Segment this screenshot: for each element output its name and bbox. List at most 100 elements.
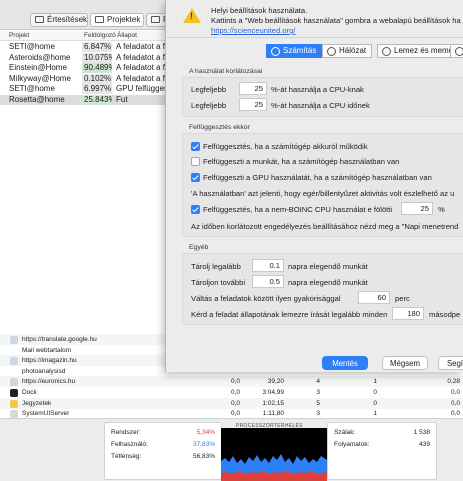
process-c4: 0 — [373, 389, 377, 396]
suspend-non-boinc-checkbox[interactable] — [191, 205, 200, 214]
task-row[interactable]: SETI@home 6.997% GPU felfügges — [0, 84, 170, 94]
process-icon — [10, 399, 18, 408]
in-use-note: 'A használatban' azt jelenti, hogy egér/… — [191, 189, 455, 198]
store-extra-label: Tároljon további — [191, 278, 246, 287]
non-boinc-cpu-unit: % — [438, 205, 445, 214]
process-c1: 0,0 — [230, 399, 240, 407]
process-row[interactable]: Dock 0,0 3:04,99 3 0 0,0 — [0, 387, 463, 398]
process-c4: 1 — [373, 378, 377, 386]
process-c3: 4 — [316, 378, 320, 386]
tab-network[interactable]: Hálózat — [322, 44, 373, 58]
user-value: 37,83% — [192, 441, 215, 448]
user-label: Felhasználó: — [111, 441, 148, 448]
system-label: Rendszer: — [111, 429, 141, 436]
usage-section — [182, 77, 463, 117]
task-project: Rosetta@home — [9, 94, 65, 104]
cpu-time-suffix: %-át használja a CPU időnek — [271, 101, 370, 110]
process-c2: 1:02,15 — [262, 399, 284, 407]
suspend-section-title: Felfüggesztés ekkor — [189, 124, 250, 131]
task-project: Einstein@Home — [9, 63, 67, 72]
checkpoint-label: Kérd a feladat állapotának lemezre írásá… — [191, 310, 388, 319]
process-row[interactable]: https://euronics.hu 0,0 39,20 4 1 0,28 — [0, 376, 463, 388]
schedule-icon — [455, 47, 463, 56]
tab-notices[interactable]: Értesítések — [30, 13, 88, 27]
banner-line-1: Helyi beállítások használata. — [211, 6, 308, 15]
switch-interval-field[interactable]: 60 — [358, 291, 390, 304]
task-progress: 6.997% — [82, 84, 112, 94]
suspend-gpu-in-use-checkbox[interactable] — [191, 173, 200, 182]
tab-daily-schedule[interactable]: D — [450, 44, 463, 58]
cpu-time-field[interactable]: 25 — [239, 98, 267, 111]
task-status: GPU felfügges — [116, 84, 169, 93]
task-status: A feladatot a fe — [116, 63, 170, 72]
cpu-time-prefix: Legfeljebb — [191, 101, 227, 110]
scienceunited-link[interactable]: https://scienceunited.org/ — [211, 26, 295, 35]
checkpoint-field[interactable]: 180 — [392, 307, 424, 320]
tasks-icon — [151, 16, 160, 23]
process-icon — [10, 389, 18, 397]
notices-icon — [35, 16, 44, 23]
process-name: https://euronics.hu — [22, 378, 76, 386]
process-icon — [10, 378, 18, 387]
task-table-header: Projekt Feldolgozó Állapot — [0, 31, 170, 41]
col-project[interactable]: Projekt — [9, 32, 29, 39]
task-status: Fut — [116, 94, 128, 104]
save-button[interactable]: Mentés — [322, 356, 368, 370]
help-button[interactable]: Segíts — [438, 356, 463, 370]
threads-label: Szálak: — [334, 429, 356, 436]
task-row[interactable]: Einstein@Home 90.489% A feladatot a fe — [0, 63, 170, 73]
schedule-hint: Az időben korlátozott engedélyezés beáll… — [191, 222, 459, 231]
process-icon — [10, 357, 18, 366]
suspend-when-in-use-checkbox[interactable] — [191, 157, 200, 166]
non-boinc-cpu-field[interactable]: 25 — [401, 202, 433, 215]
suspend-when-in-use-label: Felfüggeszti a munkát, ha a számítógép h… — [203, 157, 400, 166]
task-project: Asteroids@home — [9, 52, 71, 62]
process-c3: 3 — [316, 389, 320, 396]
process-count-box: Szálak: 1 538 Folyamatok: 439 — [327, 422, 437, 480]
suspend-on-battery-label: Felfüggesztés, ha a számítógép akkuról m… — [203, 142, 368, 151]
process-row[interactable]: Jegyzetek 0,0 1:02,15 5 0 0,0 — [0, 397, 463, 409]
col-status[interactable]: Állapot — [117, 32, 137, 39]
dialog-footer: Mentés Mégsem Segíts — [166, 350, 463, 372]
process-icon — [10, 410, 18, 419]
process-name: Dock — [22, 389, 37, 396]
process-c2: 39,20 — [267, 378, 284, 386]
task-row[interactable]: Milkyway@Home 0.102% A feladatot a fe — [0, 73, 170, 84]
switch-interval-label: Váltás a feladatok között ilyen gyakoris… — [191, 294, 341, 303]
task-row[interactable]: SETI@home 6.847% A feladatot a fe — [0, 42, 170, 52]
process-c4: 0 — [373, 399, 377, 407]
cpu-count-suffix: %-át használja a CPU-knak — [271, 85, 364, 94]
task-status: A feladatot a fe — [116, 73, 170, 83]
store-min-label: Tárolj legalább — [191, 262, 241, 271]
process-c5: 0,28 — [447, 378, 460, 386]
idle-label: Tétlenség: — [111, 453, 142, 460]
task-project: SETI@home — [9, 42, 55, 51]
tab-computing[interactable]: Számítás — [266, 44, 323, 58]
store-min-suffix: napra elegendő munkát — [288, 262, 368, 271]
store-extra-suffix: napra elegendő munkát — [288, 278, 368, 287]
task-row[interactable]: Rosetta@home 25.843% Fut — [0, 94, 170, 105]
suspend-on-battery-checkbox[interactable] — [191, 142, 200, 151]
tab-projects[interactable]: Projektek — [90, 13, 144, 27]
cpu-count-field[interactable]: 25 — [239, 82, 267, 95]
idle-value: 56,83% — [192, 453, 215, 460]
process-icon — [10, 346, 18, 355]
process-c1: 0,0 — [230, 389, 240, 396]
switch-interval-unit: perc — [395, 294, 410, 303]
col-progress[interactable]: Feldolgozó — [84, 32, 116, 39]
network-icon — [327, 47, 336, 56]
threads-value: 1 538 — [413, 429, 430, 436]
process-c5: 0,0 — [450, 389, 460, 396]
task-progress: 25.843% — [82, 94, 112, 105]
processes-value: 439 — [419, 441, 430, 448]
store-min-field[interactable]: 0.1 — [252, 259, 284, 272]
task-progress: 0.102% — [82, 73, 112, 84]
local-prefs-banner: ! Helyi beállítások használata. Kattints… — [166, 0, 463, 38]
process-icon — [10, 367, 18, 376]
cpu-count-prefix: Legfeljebb — [191, 85, 227, 94]
task-project: SETI@home — [9, 84, 55, 93]
task-row[interactable]: Asteroids@home 10.075% A feladatot a fe — [0, 52, 170, 63]
process-c5: 0,0 — [450, 399, 460, 407]
store-extra-field[interactable]: 0.5 — [252, 275, 284, 288]
cancel-button[interactable]: Mégsem — [382, 356, 428, 370]
